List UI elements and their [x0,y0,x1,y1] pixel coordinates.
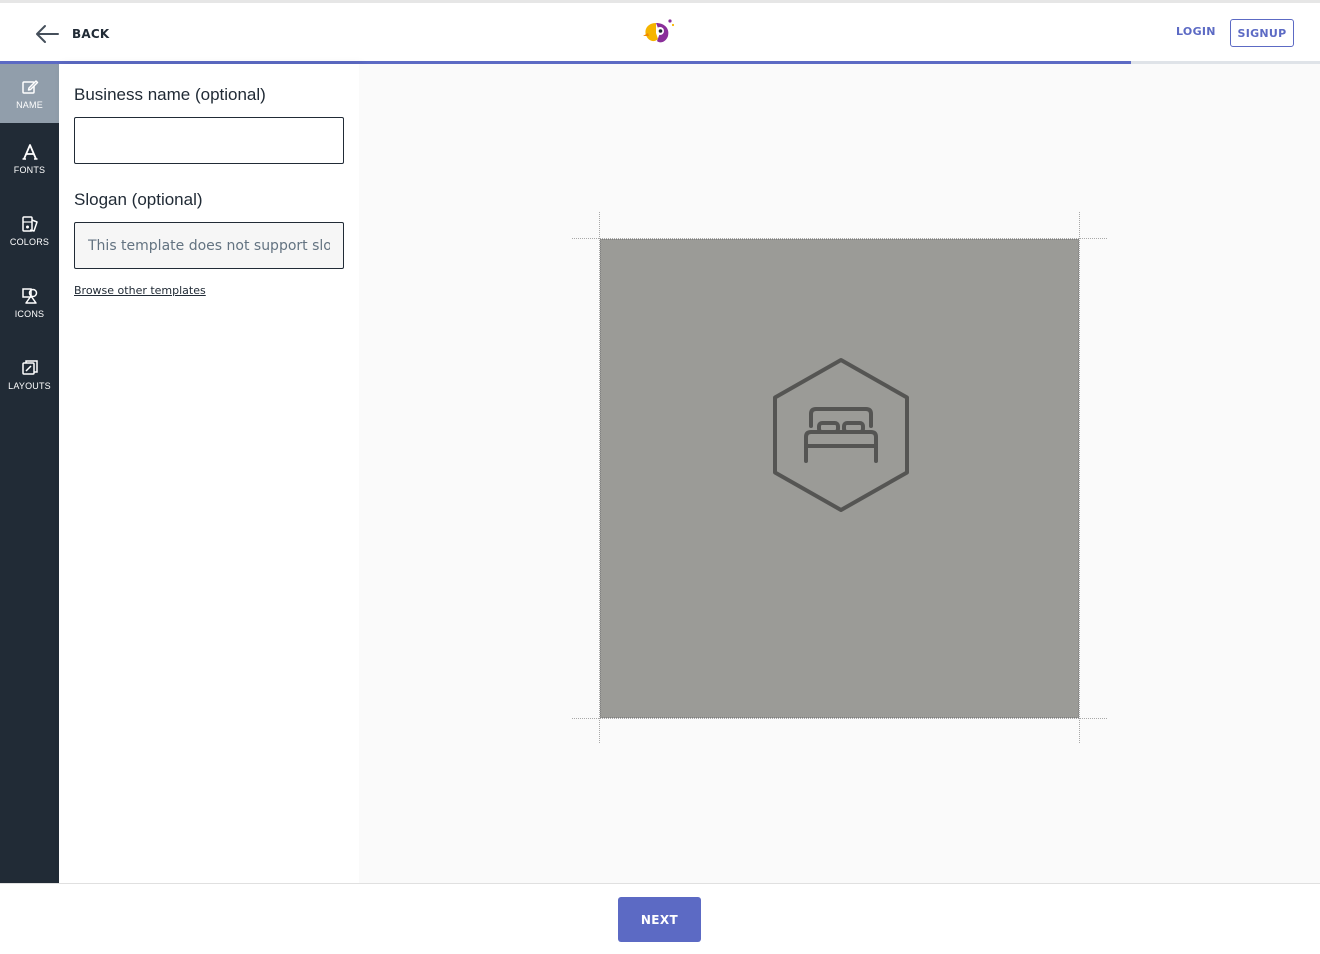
parrot-logo-icon [643,19,675,43]
slogan-input[interactable] [74,222,344,269]
browse-templates-link[interactable]: Browse other templates [74,284,206,297]
back-label: BACK [72,27,110,41]
sidebar-item-label: COLORS [9,237,50,247]
sidebar-item-label: NAME [16,99,43,110]
font-icon [22,144,37,160]
layout-icon [21,360,38,375]
business-name-input[interactable] [74,117,344,164]
app-header: BACK LOGIN SIGNUP [0,3,1320,61]
logo-preview[interactable] [600,239,1079,718]
sidebar-item-fonts[interactable]: FONTS [0,123,59,195]
guide-line-right [1079,212,1080,743]
guide-line-bottom [572,718,1107,719]
edit-icon [21,79,38,94]
business-name-label: Business name (optional) [74,85,266,104]
sidebar-nav: NAME FONTS COLORS ICONS LAYOUTS [0,64,59,883]
palette-icon [21,216,38,232]
bed-hexagon-icon [773,358,909,512]
slogan-label: Slogan (optional) [74,190,203,209]
sidebar-item-label: FONTS [13,165,46,175]
next-button[interactable]: NEXT [618,897,701,942]
sidebar-item-label: ICONS [14,309,45,319]
footer-bar: NEXT [0,883,1320,954]
logo-canvas [359,64,1320,883]
sidebar-item-label: LAYOUTS [8,381,51,391]
signup-button[interactable]: SIGNUP [1230,19,1294,47]
arrow-left-icon [36,25,59,43]
name-settings-panel: Business name (optional) Slogan (optiona… [59,64,359,883]
sidebar-item-name[interactable]: NAME [0,64,59,123]
shapes-icon [21,288,37,304]
sidebar-item-colors[interactable]: COLORS [0,195,59,267]
sidebar-item-icons[interactable]: ICONS [0,267,59,339]
sidebar-item-layouts[interactable]: LAYOUTS [0,339,59,411]
back-button[interactable]: BACK [34,22,109,46]
login-link[interactable]: LOGIN [1176,25,1216,38]
